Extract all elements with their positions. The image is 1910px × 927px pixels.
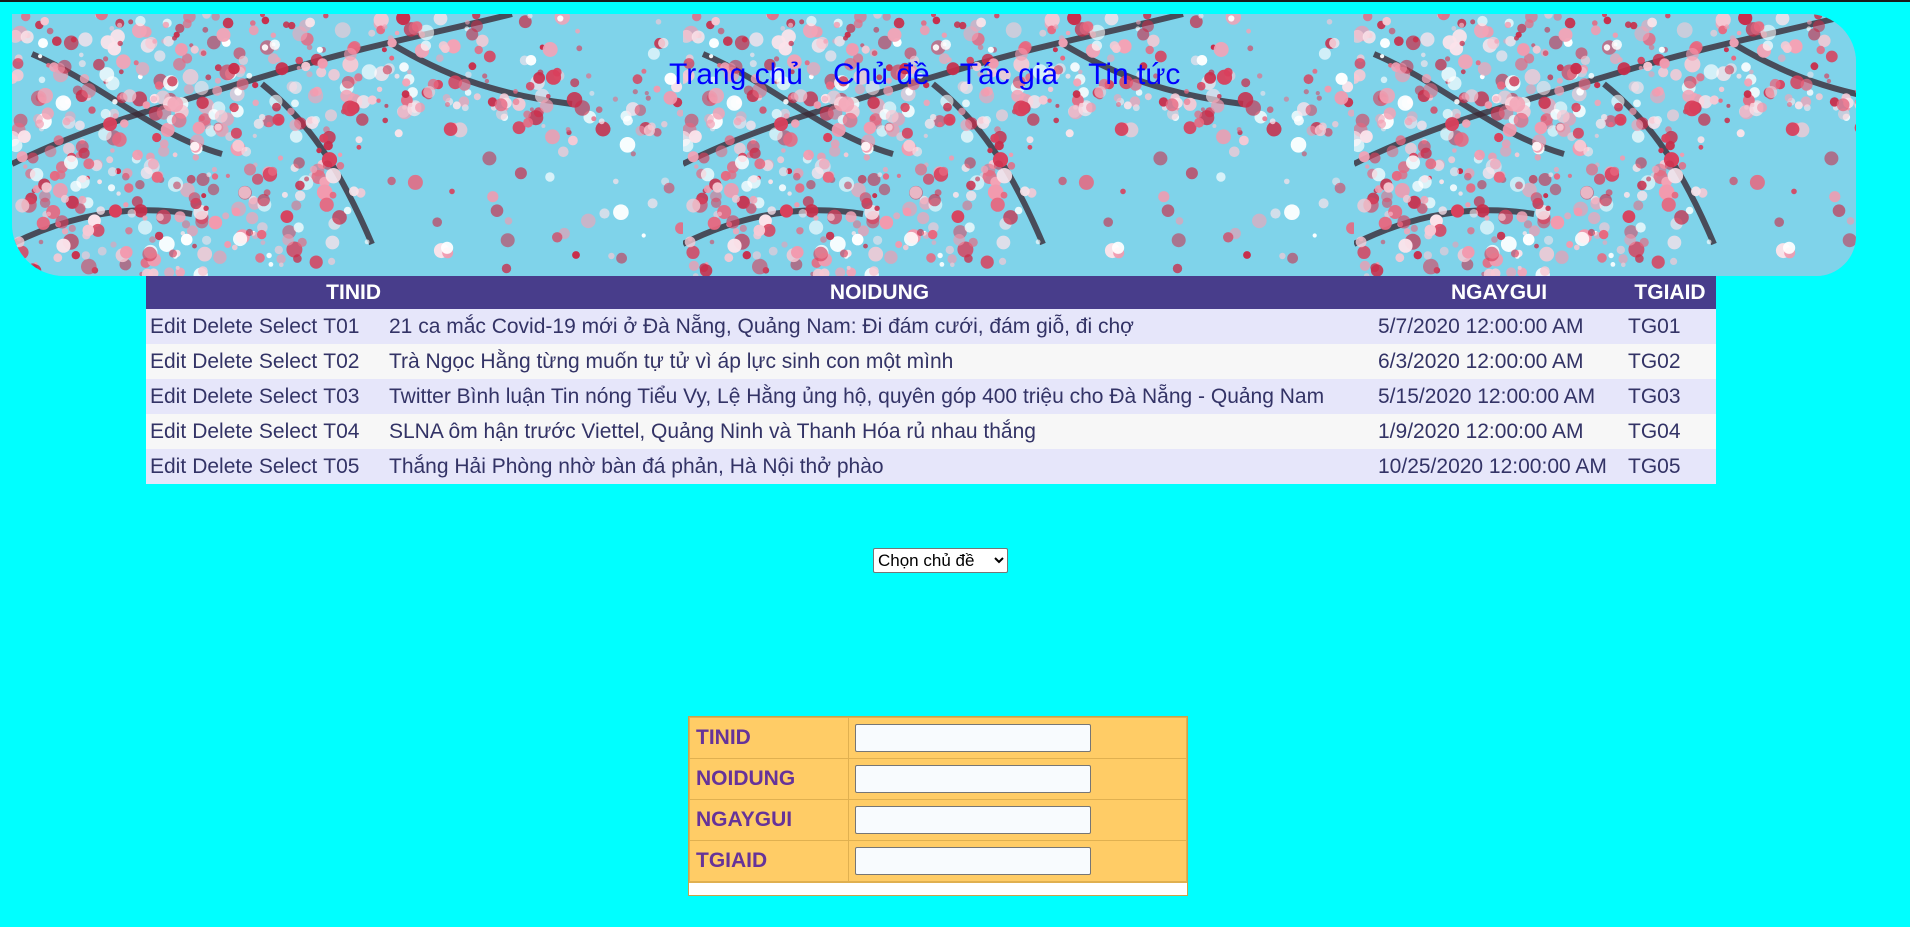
- row-actions-cell: Edit Delete Select T03: [146, 379, 385, 414]
- tgiaid-input[interactable]: [855, 847, 1091, 875]
- cell-noidung: Trà Ngọc Hằng từng muốn tự tử vì áp lực …: [385, 344, 1374, 379]
- edit-link[interactable]: Edit: [150, 455, 186, 478]
- cell-tgiaid: TG03: [1624, 379, 1716, 414]
- column-header-tinid: TINID: [146, 276, 385, 309]
- delete-link[interactable]: Delete: [192, 420, 253, 443]
- cell-noidung: Thắng Hải Phòng nhờ bàn đá phản, Hà Nội …: [385, 449, 1374, 484]
- news-grid: TINID NOIDUNG NGAYGUI TGIAID Edit Delete S…: [146, 276, 1716, 484]
- cell-tgiaid: TG02: [1624, 344, 1716, 379]
- delete-link[interactable]: Delete: [192, 455, 253, 478]
- edit-link[interactable]: Edit: [150, 420, 186, 443]
- cell-tgiaid: TG01: [1624, 309, 1716, 344]
- cell-tinid: T04: [323, 419, 360, 443]
- cell-noidung: 21 ca mắc Covid-19 mới ở Đà Nẵng, Quảng …: [385, 309, 1374, 344]
- cherry-blossom-image: [683, 14, 1354, 276]
- tinid-input[interactable]: [855, 724, 1091, 752]
- cherry-blossom-image: [12, 14, 683, 276]
- form-label-ngaygui: NGAYGUI: [689, 799, 849, 841]
- select-link[interactable]: Select: [259, 350, 317, 373]
- table-row: Edit Delete Select T05 Thắng Hải Phòng nhờ b…: [146, 449, 1716, 484]
- form-label-noidung: NOIDUNG: [689, 758, 849, 800]
- cell-ngaygui: 6/3/2020 12:00:00 AM: [1374, 344, 1624, 379]
- nav-link-home[interactable]: Trang chủ: [669, 58, 803, 94]
- main-nav: Trang chủ Chủ đề Tác giả Tin tức: [669, 58, 1180, 94]
- header-banner: Trang chủ Chủ đề Tác giả Tin tức: [12, 14, 1856, 276]
- table-row: Edit Delete Select T04 SLNA ôm hận trước Vie…: [146, 414, 1716, 449]
- column-header-tgiaid: TGIAID: [1624, 276, 1716, 309]
- cell-ngaygui: 5/15/2020 12:00:00 AM: [1374, 379, 1624, 414]
- table-row: Edit Delete Select T02 Trà Ngọc Hằng từng mu…: [146, 344, 1716, 379]
- table-row: Edit Delete Select T01 21 ca mắc Covid-19 mớ…: [146, 309, 1716, 344]
- cell-ngaygui: 10/25/2020 12:00:00 AM: [1374, 449, 1624, 484]
- row-actions-cell: Edit Delete Select T04: [146, 414, 385, 449]
- column-header-noidung: NOIDUNG: [385, 276, 1374, 309]
- cell-tinid: T05: [323, 454, 360, 478]
- cell-ngaygui: 5/7/2020 12:00:00 AM: [1374, 309, 1624, 344]
- form-row-noidung: NOIDUNG: [689, 758, 1187, 800]
- delete-link[interactable]: Delete: [192, 385, 253, 408]
- window-top-border: [0, 0, 1910, 2]
- row-actions-cell: Edit Delete Select T02: [146, 344, 385, 379]
- form-label-tinid: TINID: [689, 717, 849, 759]
- ngaygui-input[interactable]: [855, 806, 1091, 834]
- cell-tinid: T01: [323, 314, 360, 338]
- nav-link-authors[interactable]: Tác giả: [960, 58, 1058, 94]
- table-row: Edit Delete Select T03 Twitter Bình luận Tin…: [146, 379, 1716, 414]
- nav-link-topics[interactable]: Chủ đề: [833, 58, 930, 94]
- cell-tinid: T03: [323, 384, 360, 408]
- column-header-ngaygui: NGAYGUI: [1374, 276, 1624, 309]
- delete-link[interactable]: Delete: [192, 315, 253, 338]
- cell-tinid: T02: [323, 349, 360, 373]
- form-row-tinid: TINID: [689, 717, 1187, 759]
- cell-tgiaid: TG04: [1624, 414, 1716, 449]
- nav-link-news[interactable]: Tin tức: [1088, 58, 1180, 94]
- select-link[interactable]: Select: [259, 420, 317, 443]
- row-actions-cell: Edit Delete Select T05: [146, 449, 385, 484]
- edit-link[interactable]: Edit: [150, 385, 186, 408]
- cell-noidung: Twitter Bình luận Tin nóng Tiểu Vy, Lệ H…: [385, 379, 1374, 414]
- news-entry-form: TINID NOIDUNG NGAYGUI TGIAID: [688, 716, 1188, 896]
- form-row-tgiaid: TGIAID: [689, 840, 1187, 882]
- topic-dropdown[interactable]: Chọn chủ đề: [873, 548, 1008, 573]
- delete-link[interactable]: Delete: [192, 350, 253, 373]
- select-link[interactable]: Select: [259, 315, 317, 338]
- edit-link[interactable]: Edit: [150, 315, 186, 338]
- cell-noidung: SLNA ôm hận trước Viettel, Quảng Ninh và…: [385, 414, 1374, 449]
- select-link[interactable]: Select: [259, 455, 317, 478]
- cell-ngaygui: 1/9/2020 12:00:00 AM: [1374, 414, 1624, 449]
- noidung-input[interactable]: [855, 765, 1091, 793]
- cell-tgiaid: TG05: [1624, 449, 1716, 484]
- form-label-tgiaid: TGIAID: [689, 840, 849, 882]
- form-footer: [689, 882, 1187, 895]
- cherry-blossom-image: [1354, 14, 1856, 276]
- row-actions-cell: Edit Delete Select T01: [146, 309, 385, 344]
- grid-header-row: TINID NOIDUNG NGAYGUI TGIAID: [146, 276, 1716, 309]
- edit-link[interactable]: Edit: [150, 350, 186, 373]
- form-row-ngaygui: NGAYGUI: [689, 799, 1187, 841]
- select-link[interactable]: Select: [259, 385, 317, 408]
